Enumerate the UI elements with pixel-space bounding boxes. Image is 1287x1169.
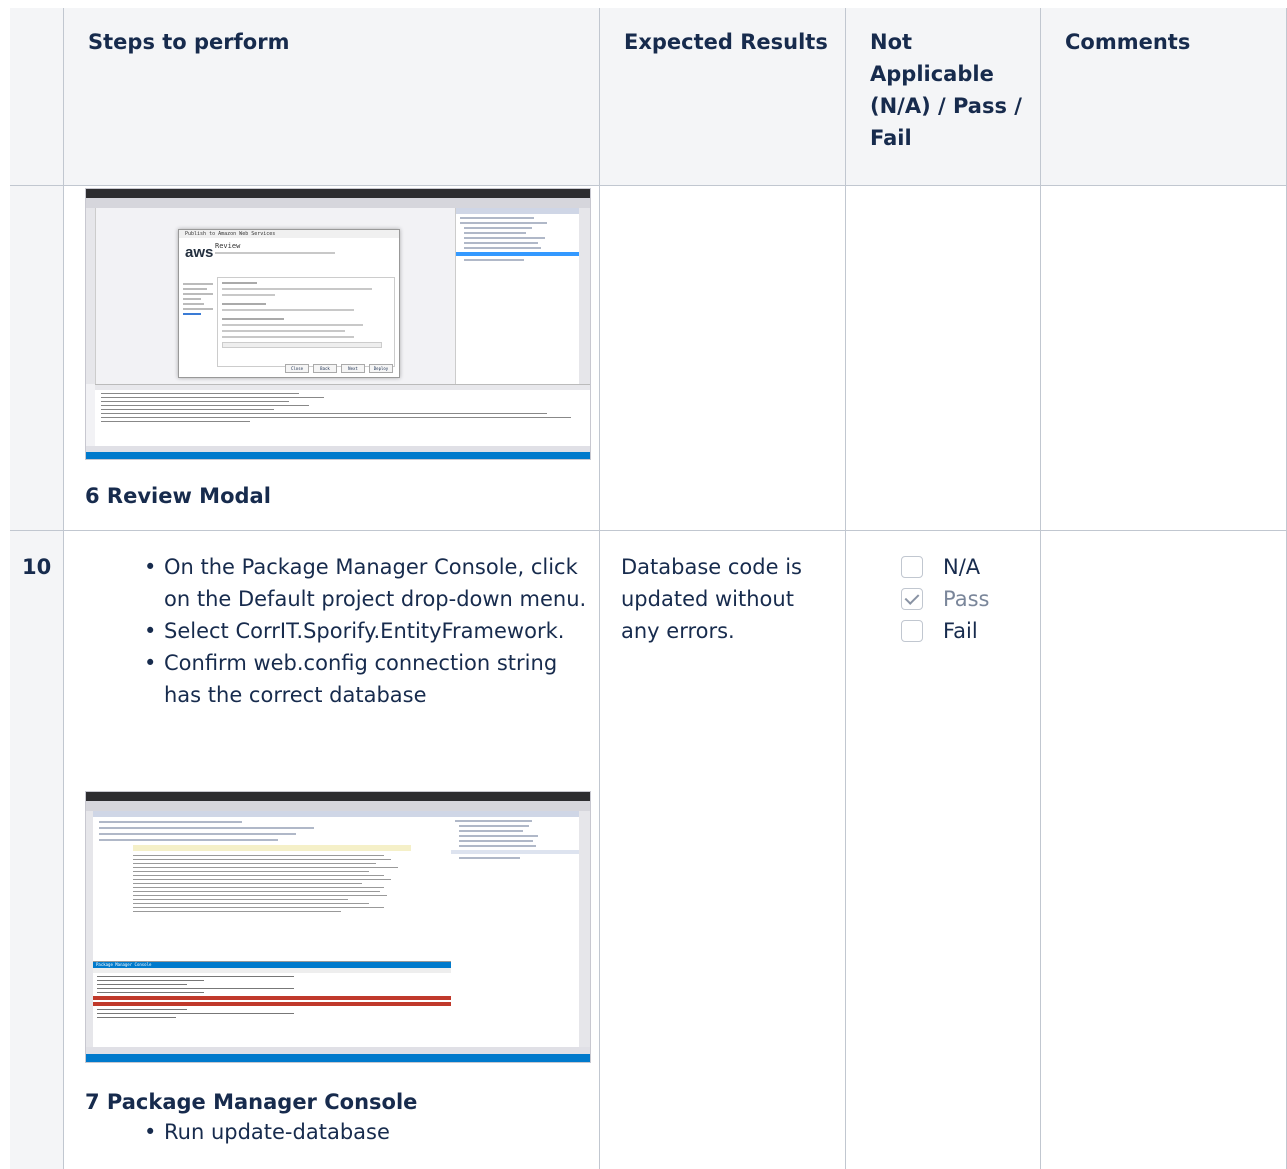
package-manager-console-pane: Package Manager Console [93, 961, 451, 1048]
publish-dialog-title: Publish to Amazon Web Services [179, 230, 399, 238]
review-modal-screenshot: Publish to Amazon Web Services aws Revie… [85, 188, 591, 460]
header-expected-cell: Expected Results [600, 8, 846, 186]
row-10-status-cell: N/A Pass Fail [846, 531, 1041, 1169]
back-button[interactable]: Back [313, 364, 337, 373]
fail-label: Fail [943, 619, 978, 643]
aws-logo: aws [185, 244, 214, 261]
prev-row-steps-cell: Publish to Amazon Web Services aws Revie… [64, 186, 600, 531]
vs-title-bar [86, 189, 590, 198]
dialog-review-panel [217, 277, 395, 367]
header-number-cell [10, 8, 64, 186]
dialog-buttons: Close Back Next Deploy [285, 364, 393, 373]
prev-row-expected-cell [600, 186, 846, 531]
row-10-comments-cell[interactable] [1041, 531, 1287, 1169]
deploy-button[interactable]: Deploy [369, 364, 393, 373]
package-manager-console-caption: 7 Package Manager Console [85, 1090, 418, 1114]
steps-list: On the Package Manager Console, click on… [138, 551, 588, 711]
header-steps-cell: Steps to perform [64, 8, 600, 186]
next-button[interactable]: Next [341, 364, 365, 373]
review-modal-caption: 6 Review Modal [85, 484, 271, 508]
environment-events-pane [93, 811, 452, 961]
dialog-nav [183, 280, 213, 318]
list-item: On the Package Manager Console, click on… [138, 551, 588, 615]
prev-row-status-cell [846, 186, 1041, 531]
test-steps-table: Steps to perform Expected Results Not Ap… [10, 8, 1287, 1169]
status-option-pass[interactable]: Pass [901, 583, 989, 615]
expected-result: Database code is updated without any err… [621, 555, 802, 643]
prev-row-comments-cell [1041, 186, 1287, 531]
solution-explorer [451, 811, 579, 1051]
package-manager-console-screenshot: Package Manager Console [85, 791, 591, 1063]
header-status: Not Applicable (N/A) / Pass / Fail [870, 30, 1022, 150]
header-comments: Comments [1065, 30, 1191, 54]
status-option-fail[interactable]: Fail [901, 615, 989, 647]
row-number: 10 [22, 555, 52, 579]
prev-row-number-cell [10, 186, 64, 531]
sub-steps-list: Run update-database [138, 1116, 588, 1148]
dialog-heading: Review [215, 242, 241, 250]
vs-toolbar [86, 198, 590, 208]
list-item: Run update-database [138, 1116, 588, 1148]
publish-dialog: Publish to Amazon Web Services aws Revie… [178, 229, 400, 378]
close-button[interactable]: Close [285, 364, 309, 373]
list-item: Select CorrIT.Sporify.EntityFramework. [138, 615, 588, 647]
header-steps: Steps to perform [88, 30, 290, 54]
output-pane [95, 384, 590, 447]
pass-label: Pass [943, 587, 990, 611]
vs-status-bar [86, 1054, 590, 1062]
header-comments-cell: Comments [1041, 8, 1287, 186]
status-checkbox-group: N/A Pass Fail [901, 551, 989, 647]
header-expected: Expected Results [624, 30, 828, 54]
status-option-na[interactable]: N/A [901, 551, 989, 583]
solution-explorer [455, 208, 580, 384]
na-checkbox[interactable] [901, 556, 923, 578]
row-10-number-cell: 10 [10, 531, 64, 1169]
list-item: Confirm web.config connection string has… [138, 647, 588, 711]
pass-checkbox[interactable] [901, 588, 923, 610]
row-10-expected-cell: Database code is updated without any err… [600, 531, 846, 1169]
fail-checkbox[interactable] [901, 620, 923, 642]
vs-status-bar [86, 452, 590, 459]
vs-left-rail [86, 208, 96, 384]
header-status-cell: Not Applicable (N/A) / Pass / Fail [846, 8, 1041, 186]
na-label: N/A [943, 555, 981, 579]
row-10-steps-cell: On the Package Manager Console, click on… [64, 531, 600, 1169]
